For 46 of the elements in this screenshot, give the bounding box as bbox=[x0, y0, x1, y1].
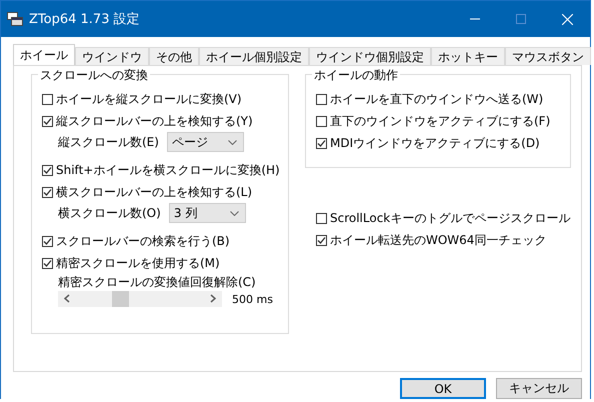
dialog-button[interactable]: OK bbox=[400, 378, 486, 399]
tab[interactable]: その他 bbox=[149, 47, 199, 65]
checkbox[interactable] bbox=[42, 165, 53, 176]
app-icon bbox=[7, 12, 23, 26]
dialog-button[interactable]: キャンセル bbox=[496, 378, 582, 399]
checkbox[interactable] bbox=[316, 138, 327, 149]
checkbox-label[interactable]: 縦スクロールバーの上を検知する(Y) bbox=[56, 113, 253, 130]
tab[interactable]: ホイール個別設定 bbox=[199, 47, 309, 65]
checkbox[interactable] bbox=[42, 94, 53, 105]
checkbox-label[interactable]: 横スクロールバーの上を検知する(L) bbox=[56, 184, 252, 201]
dropdown-label: 縦スクロール数(E) bbox=[58, 134, 159, 150]
group-title: ホイールの動作 bbox=[312, 67, 400, 84]
caret-icon bbox=[228, 140, 237, 144]
checkbox-label[interactable]: 精密スクロールを使用する(M) bbox=[56, 255, 220, 272]
window-title: ZTop64 1.73 設定 bbox=[29, 11, 141, 28]
tab[interactable]: ウインドウ bbox=[75, 47, 149, 65]
checkbox[interactable] bbox=[316, 235, 327, 246]
checkbox[interactable] bbox=[42, 187, 53, 198]
tab[interactable]: ホイール bbox=[13, 44, 75, 66]
tab[interactable]: ウインドウ個別設定 bbox=[309, 47, 431, 65]
checkbox-label[interactable]: スクロールバーの検索を行う(B) bbox=[56, 233, 230, 250]
checkbox[interactable] bbox=[316, 116, 327, 127]
slider-value: 500 ms bbox=[232, 292, 273, 306]
checkbox-label[interactable]: ホイール転送先のWOW64同一チェック bbox=[330, 232, 546, 249]
dropdown-label: 横スクロール数(O) bbox=[58, 204, 161, 222]
slider-track[interactable] bbox=[58, 291, 222, 307]
checkbox[interactable] bbox=[42, 116, 53, 127]
slider-thumb[interactable] bbox=[112, 291, 129, 307]
tab[interactable]: ホットキー bbox=[431, 47, 505, 65]
slider-label: 精密スクロールの変換値回復解除(C) bbox=[57, 274, 257, 290]
checkbox-label[interactable]: Shift+ホイールを横スクロールに変換(H) bbox=[56, 162, 280, 179]
checkbox[interactable] bbox=[316, 94, 327, 105]
dropdown[interactable]: 3 列 bbox=[168, 203, 246, 223]
close-icon[interactable] bbox=[562, 14, 572, 24]
tab[interactable]: マウスボタン bbox=[505, 47, 591, 65]
checkbox-label[interactable]: ScrollLockキーのトグルでページスクロール bbox=[330, 210, 570, 227]
checkbox-label[interactable]: ホイールを直下のウインドウへ送る(W) bbox=[330, 91, 544, 108]
checkbox[interactable] bbox=[316, 213, 327, 224]
checkbox-label[interactable]: 直下のウインドウをアクティブにする(F) bbox=[330, 113, 550, 130]
checkbox-label[interactable]: MDIウインドウをアクティブにする(D) bbox=[330, 135, 540, 152]
group-title: スクロールへの変換 bbox=[38, 67, 150, 84]
caret-icon bbox=[230, 210, 239, 216]
checkbox-label[interactable]: ホイールを縦スクロールに変換(V) bbox=[56, 91, 242, 108]
dropdown[interactable]: ページ bbox=[166, 132, 244, 152]
checkbox[interactable] bbox=[42, 236, 53, 247]
checkbox[interactable] bbox=[42, 258, 53, 269]
